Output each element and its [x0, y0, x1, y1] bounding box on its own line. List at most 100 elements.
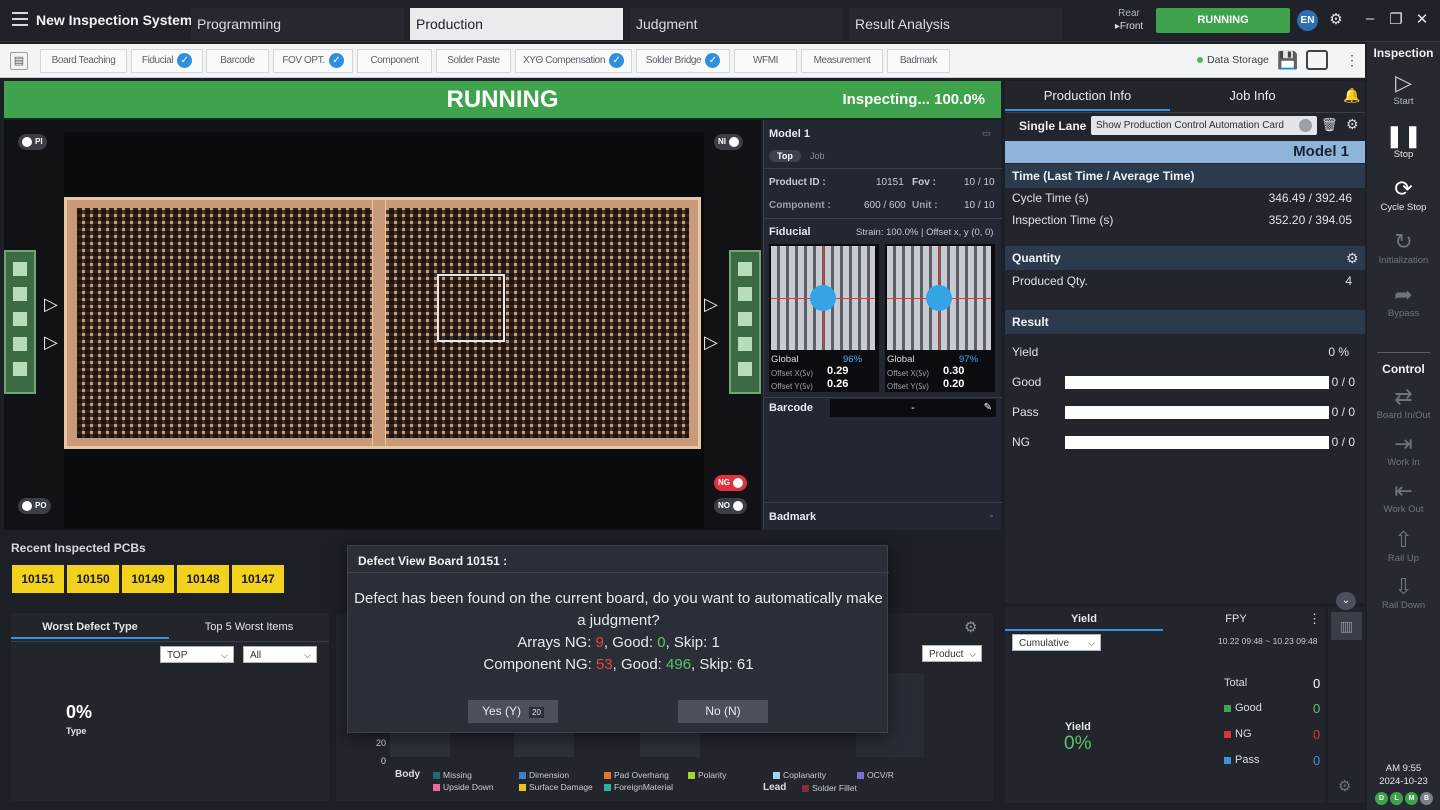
fiducial-label: Fiducial — [769, 226, 811, 238]
unit-value: 10 / 10 — [964, 200, 995, 211]
fid2-offset-y-value: 0.20 — [943, 378, 965, 390]
tab-production-info[interactable]: Production Info — [1005, 81, 1170, 111]
rail-down-icon: ⇩ — [1394, 574, 1413, 599]
top-select[interactable]: TOP ⌵ — [160, 646, 234, 663]
settings-gear-icon[interactable]: ⚙ — [1326, 10, 1346, 28]
toolbar-barcode[interactable]: Barcode — [206, 49, 269, 73]
legend-missing: Missing — [433, 770, 472, 780]
more-options-icon[interactable]: ⋮ — [1345, 52, 1359, 69]
fid1-score: 96% — [843, 354, 863, 365]
trash-icon[interactable]: 🗑 — [1321, 117, 1338, 133]
pcb-center-rail — [372, 200, 386, 446]
toolbar-fov-opt[interactable]: FOV OPT. ✓ — [273, 49, 353, 73]
fov-selection-box[interactable] — [437, 274, 505, 342]
toolbar-measurement[interactable]: Measurement — [801, 49, 883, 73]
chart-settings-icon[interactable]: ⚙ — [964, 618, 977, 636]
ni-toggle[interactable]: NI — [714, 134, 743, 150]
model-bar: Model 1 — [1005, 141, 1365, 163]
quantity-settings-icon[interactable]: ⚙ — [1346, 250, 1359, 267]
work-in-button[interactable]: ⇥ Work In — [1367, 431, 1440, 468]
screenshot-icon[interactable] — [1306, 50, 1328, 70]
tab-judgment[interactable]: Judgment — [630, 8, 843, 40]
check-icon: ✓ — [177, 52, 193, 68]
legend-swatch — [604, 784, 611, 792]
tab-job-info[interactable]: Job Info — [1170, 81, 1335, 111]
fiducial-image-1[interactable]: Global 96% Offset X(㏜) 0.29 Offset Y(㏜) … — [769, 244, 879, 392]
tab-top5-worst-items[interactable]: Top 5 Worst Items — [169, 615, 329, 639]
toolbar-solder-paste[interactable]: Solder Paste — [436, 49, 511, 73]
top-side-tab[interactable]: Top — [769, 150, 801, 162]
work-out-button[interactable]: ⇤ Work Out — [1367, 478, 1440, 515]
toolbar-wfmi[interactable]: WFMI — [734, 49, 797, 73]
toolbar-board-teaching[interactable]: Board Teaching — [40, 49, 127, 73]
work-out-icon: ⇤ — [1394, 478, 1413, 503]
check-icon: ✓ — [328, 52, 344, 68]
tab-fpy[interactable]: FPY — [1163, 607, 1309, 631]
edit-icon[interactable]: ✎ — [984, 399, 992, 417]
print-icon[interactable]: ▤ — [10, 52, 28, 70]
yield-value: 0% — [1064, 733, 1092, 754]
language-button[interactable]: EN — [1297, 10, 1318, 31]
stop-button[interactable]: ❚❚ Stop — [1367, 123, 1440, 160]
badmark-value: - — [990, 511, 994, 522]
rear-front-indicator[interactable]: Rear ▸Front — [1108, 7, 1150, 33]
fiducial-image-2[interactable]: Global 97% Offset X(㏜) 0.30 Offset Y(㏜) … — [885, 244, 995, 392]
tab-result-analysis[interactable]: Result Analysis — [849, 8, 1062, 40]
save-icon[interactable]: 💾 — [1277, 51, 1298, 71]
board-inout-icon: ⇄ — [1394, 384, 1413, 409]
bell-icon[interactable]: 🔔 — [1343, 87, 1360, 104]
yield-settings-icon[interactable]: ⚙ — [1338, 777, 1351, 795]
barcode-field[interactable]: - ✎ — [830, 399, 996, 417]
toolbar-badmark[interactable]: Badmark — [887, 49, 950, 73]
cycle-stop-button[interactable]: ⟳ Cycle Stop — [1367, 176, 1440, 213]
no-button[interactable]: No (N) — [678, 700, 768, 723]
bypass-button[interactable]: ➦ Bypass — [1367, 282, 1440, 319]
badmark-label: Badmark — [769, 511, 817, 523]
running-status-button[interactable]: RUNNING — [1156, 8, 1290, 33]
collapse-chevron-icon[interactable]: ⌄ — [1336, 592, 1356, 610]
recent-pcb-chip[interactable]: 10147 — [232, 565, 284, 593]
toolbar-xy-compensation[interactable]: XYΘ Compensation ✓ — [515, 49, 632, 73]
tab-programming[interactable]: Programming — [191, 8, 404, 40]
rail-up-button[interactable]: ⇧ Rail Up — [1367, 527, 1440, 564]
ng-toggle[interactable]: NG — [714, 475, 747, 491]
conveyor-arrow-icon: ▷ — [44, 332, 58, 352]
rail-down-button[interactable]: ⇩ Rail Down — [1367, 574, 1440, 611]
no-toggle[interactable]: NO — [714, 498, 747, 514]
pi-toggle[interactable]: PI — [18, 134, 47, 150]
toolbar-fiducial[interactable]: Fiducial ✓ — [131, 49, 203, 73]
tab-worst-defect-type[interactable]: Worst Defect Type — [11, 615, 169, 639]
yes-button[interactable]: Yes (Y) 20 — [468, 700, 558, 723]
all-select[interactable]: All ⌵ — [243, 646, 317, 663]
board-inout-button[interactable]: ⇄ Board In/Out — [1367, 384, 1440, 421]
good-progress-bar — [1065, 376, 1329, 389]
start-button[interactable]: ▷ Start — [1367, 70, 1440, 107]
close-icon[interactable]: ✕ — [1412, 10, 1432, 28]
tab-production[interactable]: Production — [410, 8, 623, 40]
collapse-icon[interactable]: ▭ — [982, 128, 991, 139]
job-tab[interactable]: Job — [810, 151, 825, 161]
total-label: Total — [1224, 677, 1248, 689]
automation-card-toggle[interactable]: Show Production Control Automation Card — [1091, 116, 1317, 135]
cumulative-select[interactable]: Cumulative ⌵ — [1012, 634, 1101, 651]
settings-gear-icon[interactable]: ⚙ — [1346, 116, 1359, 133]
recent-pcb-chip[interactable]: 10149 — [122, 565, 174, 593]
toggle-knob-icon — [733, 477, 743, 488]
product-select[interactable]: Product ⌵ — [922, 645, 982, 662]
divider — [11, 641, 329, 642]
more-options-icon[interactable]: ⋮ — [1308, 611, 1321, 627]
hamburger-menu-icon[interactable] — [12, 12, 28, 26]
recent-pcb-chip[interactable]: 10151 — [12, 565, 64, 593]
toolbar-component[interactable]: Component — [357, 49, 432, 73]
restore-icon[interactable]: ❐ — [1386, 10, 1406, 28]
po-toggle[interactable]: PO — [18, 498, 51, 514]
pcb-image[interactable] — [64, 197, 701, 449]
toolbar-solder-bridge[interactable]: Solder Bridge ✓ — [636, 49, 730, 73]
recent-pcb-chip[interactable]: 10148 — [177, 565, 229, 593]
tab-yield[interactable]: Yield — [1005, 607, 1163, 631]
minimize-icon[interactable]: – — [1360, 10, 1380, 27]
divider — [1005, 112, 1365, 113]
initialization-button[interactable]: ↻ Initialization — [1367, 229, 1440, 266]
chart-view-icon[interactable]: ▥ — [1331, 612, 1362, 640]
recent-pcb-chip[interactable]: 10150 — [67, 565, 119, 593]
